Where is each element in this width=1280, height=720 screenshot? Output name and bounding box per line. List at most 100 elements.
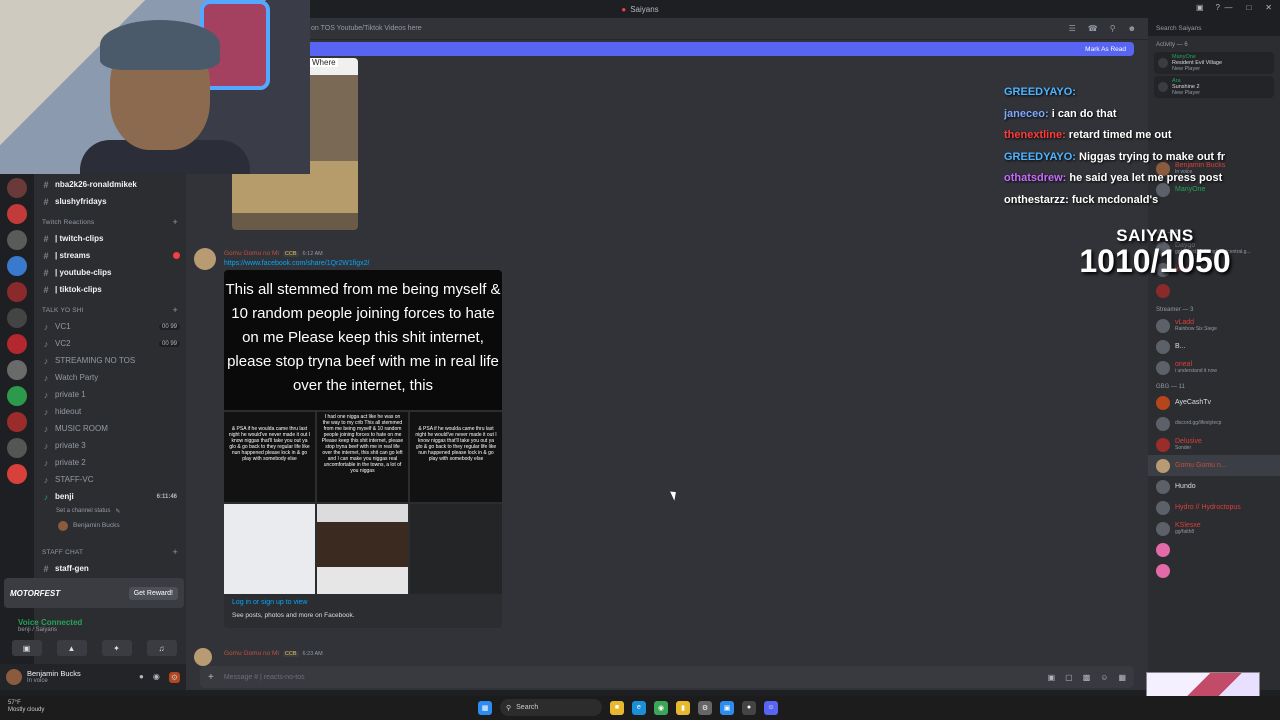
member-item[interactable]: discord.gg/lifestylecp	[1148, 413, 1280, 434]
add-channel-icon[interactable]: +	[173, 305, 178, 315]
login-link[interactable]: Log in or sign up to view	[232, 599, 494, 606]
emoji-icon[interactable]: ☺	[1100, 673, 1108, 682]
server-icon[interactable]	[7, 178, 27, 198]
sticker-icon[interactable]: ▩	[1083, 673, 1091, 682]
get-reward-button[interactable]: Get Reward!	[128, 586, 178, 600]
screenshare-button[interactable]: ▲	[56, 640, 87, 656]
obs-icon[interactable]: ●	[742, 700, 756, 715]
minimize-button[interactable]: —	[1224, 3, 1232, 12]
server-icon[interactable]	[7, 412, 27, 432]
member-item[interactable]: Hydro // Hydroctopus	[1148, 497, 1280, 518]
member-item[interactable]: Gomu Gomu n...	[1148, 455, 1280, 476]
settings-icon[interactable]: ⚙	[698, 700, 712, 715]
channel-youtube-clips[interactable]: # | youtube-clips	[34, 264, 186, 281]
pin-icon[interactable]: ⚲	[1110, 24, 1116, 33]
gear-icon[interactable]: ⚙	[168, 671, 180, 683]
file-explorer-icon[interactable]: ■	[610, 700, 624, 715]
activity-text: ManyOne Resident Evil Village New Player	[1172, 54, 1223, 72]
category-twitch-reactions[interactable]: Twitch Reactions +	[34, 214, 186, 230]
message-author[interactable]: Gomu Gomu no Mi	[224, 250, 279, 257]
server-icon[interactable]	[7, 282, 27, 302]
server-icon[interactable]	[7, 334, 27, 354]
discord-taskbar-icon[interactable]: ☺	[764, 700, 778, 715]
member-item[interactable]: Hundo	[1148, 476, 1280, 497]
server-icon[interactable]	[7, 230, 27, 250]
channel-staff-gen[interactable]: # staff-gen	[34, 560, 186, 577]
apps-icon[interactable]: ▦	[1118, 673, 1126, 682]
threads-icon[interactable]: ☰	[1069, 24, 1076, 33]
voice-channel-watch-party[interactable]: ♪ Watch Party	[34, 369, 186, 386]
voice-connected-channel[interactable]: benji / Saiyans	[18, 627, 184, 633]
member-item[interactable]: Delusive Sonder	[1148, 434, 1280, 455]
voice-channel-vc1[interactable]: ♪ VC1 00 99	[34, 318, 186, 335]
server-icon[interactable]	[7, 464, 27, 484]
voice-channel-staff-vc[interactable]: ♪ STAFF-VC	[34, 471, 186, 488]
member-item[interactable]	[1148, 280, 1280, 301]
voice-channel-private-1[interactable]: ♪ private 1	[34, 386, 186, 403]
server-icon[interactable]	[7, 438, 27, 458]
taskbar-search[interactable]: ⚲ Search	[500, 699, 602, 716]
avatar[interactable]	[194, 248, 216, 270]
edge-icon[interactable]: e	[632, 700, 646, 715]
add-channel-icon[interactable]: +	[173, 217, 178, 227]
search-input[interactable]: Search Saiyans	[1150, 22, 1266, 36]
voice-channel-private-2[interactable]: ♪ private 2	[34, 454, 186, 471]
store-icon[interactable]: ▣	[720, 700, 734, 715]
server-icon[interactable]	[7, 308, 27, 328]
voice-channel-private-3[interactable]: ♪ private 3	[34, 437, 186, 454]
chrome-icon[interactable]: ◉	[654, 700, 668, 715]
channel-streams[interactable]: # | streams	[34, 247, 186, 264]
add-attachment-icon[interactable]: +	[208, 672, 214, 683]
server-icon[interactable]	[7, 386, 27, 406]
channel-status-link[interactable]: Set a channel status ✎	[34, 505, 186, 517]
headphones-icon[interactable]: ◉	[153, 672, 160, 683]
gift-icon[interactable]: ▣	[1048, 673, 1056, 682]
server-icon[interactable]	[7, 360, 27, 380]
server-icon[interactable]	[7, 204, 27, 224]
voice-channel-streaming[interactable]: ♪ STREAMING NO TOS	[34, 352, 186, 369]
facebook-embed[interactable]: This all stemmed from me being myself & …	[224, 270, 502, 628]
voice-channel-music-room[interactable]: ♪ MUSIC ROOM	[34, 420, 186, 437]
voice-channel-vc2[interactable]: ♪ VC2 00 99	[34, 335, 186, 352]
bell-icon[interactable]: ☎	[1088, 24, 1098, 33]
channel-twitch-clips[interactable]: # | twitch-clips	[34, 230, 186, 247]
windows-start-icon[interactable]: ▦	[478, 700, 492, 715]
soundboard-button[interactable]: ♫	[146, 640, 177, 656]
member-item[interactable]	[1148, 560, 1280, 581]
camera-button[interactable]: ▣	[11, 640, 42, 656]
message-link[interactable]: https://www.facebook.com/share/1Qr2W1fig…	[224, 260, 370, 267]
channel-tiktok-clips[interactable]: # | tiktok-clips	[34, 281, 186, 298]
channel-slushyfridays[interactable]: # slushyfridays	[34, 193, 186, 210]
voice-channel-benji[interactable]: ♪ benji 6:11:46	[34, 488, 186, 505]
add-channel-icon[interactable]: +	[173, 547, 178, 557]
avatar[interactable]	[194, 648, 212, 666]
voice-channel-hideout[interactable]: ♪ hideout	[34, 403, 186, 420]
member-item[interactable]: B...	[1148, 336, 1280, 357]
inbox-icon[interactable]: ▣	[1196, 3, 1204, 12]
member-item[interactable]: vLadd Rainbow Six Siege	[1148, 315, 1280, 336]
member-item[interactable]: oneal i understand it now	[1148, 357, 1280, 378]
activity-card[interactable]: ManyOne Resident Evil Village New Player	[1154, 52, 1274, 74]
members-icon[interactable]: ☻	[1128, 24, 1136, 33]
new-messages-bar[interactable]: Mark As Read	[306, 42, 1134, 56]
user-info[interactable]: Benjamin Bucks In voice	[27, 670, 81, 685]
avatar[interactable]	[6, 669, 22, 685]
member-item[interactable]: AyeCashTv	[1148, 392, 1280, 413]
category-talk[interactable]: TALK YO SHI +	[34, 302, 186, 318]
close-button[interactable]: ✕	[1265, 3, 1272, 12]
category-staff-chat[interactable]: STAFF CHAT +	[34, 544, 186, 560]
mic-icon[interactable]: ●	[139, 672, 144, 683]
member-item[interactable]: KSlesxe gg/faith8	[1148, 518, 1280, 539]
message-composer[interactable]: + Message # | reacts-no-tos ▣ ▢ ▩ ☺ ▦	[200, 666, 1134, 688]
voice-member[interactable]: Benjamin Bucks	[34, 517, 186, 534]
maximize-button[interactable]: □	[1246, 3, 1251, 12]
gif-icon[interactable]: ▢	[1065, 673, 1073, 682]
message-author[interactable]: Gomu Gomu no Mi	[224, 650, 279, 657]
channel-nba2k26[interactable]: # nba2k26-ronaldmikek	[34, 176, 186, 193]
weather-widget[interactable]: 57°F Mostly cloudy	[8, 700, 44, 714]
help-icon[interactable]: ?	[1216, 3, 1220, 12]
member-item[interactable]	[1148, 539, 1280, 560]
server-icon[interactable]	[7, 256, 27, 276]
activity-button[interactable]: ✦	[101, 640, 132, 656]
folder-icon[interactable]: ▮	[676, 700, 690, 715]
